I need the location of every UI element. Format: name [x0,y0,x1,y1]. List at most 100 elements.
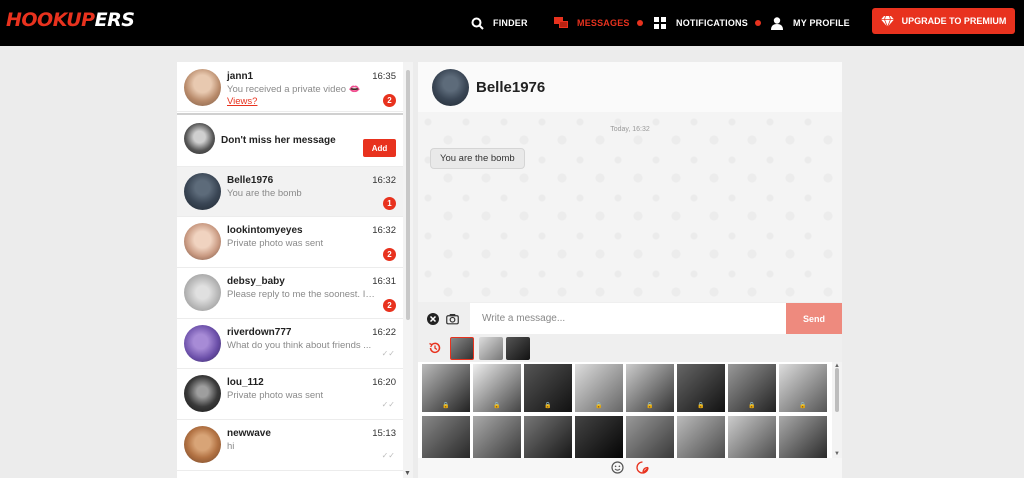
gallery-photo[interactable] [524,416,572,458]
conversation-item[interactable]: newwave hi 15:13 ✓✓ [177,420,403,471]
gallery-photo[interactable] [779,416,827,458]
nav-messages[interactable]: MESSAGES [554,0,643,46]
nav-my-profile[interactable]: MY PROFILE [770,0,850,46]
nav-notifications-label: NOTIFICATIONS [676,18,748,28]
lock-icon: 🔒 [442,403,450,409]
nav-notifications[interactable]: NOTIFICATIONS [653,0,761,46]
conversation-item[interactable]: Belle1976 You are the bomb 16:32 1 [177,167,403,217]
upgrade-premium-button[interactable]: UPGRADE TO PREMIUM [872,8,1015,34]
brand-logo[interactable]: HOOKUPERS [6,9,135,31]
sticker-icon[interactable] [636,461,649,478]
top-navbar: HOOKUPERS FINDER MESSAGES NOTIFICATIONS … [0,0,1024,46]
add-button[interactable]: Add [363,139,396,157]
lock-icon: 🔒 [544,403,552,409]
media-type-bar [418,458,842,478]
conversation-preview: You are the bomb [227,188,302,199]
lips-icon: 👄 [348,84,361,95]
diamond-icon [880,15,894,27]
avatar [184,173,221,210]
gallery-photo[interactable]: 🔒 [524,364,572,412]
avatar [184,325,221,362]
gallery-photo[interactable]: 🔒 [626,364,674,412]
conversation-time: 15:13 [372,428,396,439]
conversation-name: riverdown777 [227,327,292,338]
conversation-item[interactable]: lou_112 Private photo was sent 16:20 ✓✓ [177,369,403,420]
conversation-time: 16:20 [372,377,396,388]
avatar [184,123,215,154]
conversation-item[interactable]: lookintomyeyes Private photo was sent 16… [177,217,403,268]
conversation-name: debsy_baby [227,276,285,287]
gallery-photo[interactable] [677,416,725,458]
conversation-time: 16:22 [372,327,396,338]
gallery-photo[interactable]: 🔒 [422,364,470,412]
media-tab-thumb[interactable] [450,337,474,360]
send-button[interactable]: Send [786,303,842,334]
avatar [184,223,221,260]
gallery-photo[interactable] [422,416,470,458]
unread-badge: 2 [383,94,396,107]
close-icon[interactable] [426,312,439,325]
contact-avatar[interactable] [432,69,469,106]
unread-badge: 2 [383,248,396,261]
nav-finder[interactable]: FINDER [470,0,528,46]
lock-icon: 🔒 [646,403,654,409]
avatar [184,426,221,463]
chat-panel: Belle1976 Today, 16:32 You are the bomb … [418,62,842,478]
history-icon[interactable] [428,341,442,360]
conversation-time: 16:32 [372,175,396,186]
gallery-scrollbar[interactable]: ▲ ▼ [832,362,842,458]
conversation-preview: hi [227,441,235,452]
media-tab-thumb[interactable] [506,337,530,360]
lock-icon: 🔒 [493,403,501,409]
unread-badge: 2 [383,299,396,312]
read-checkmark-icon: ✓✓ [381,451,395,460]
media-tabs [418,336,842,362]
gallery-photo[interactable]: 🔒 [575,364,623,412]
scroll-down-icon[interactable]: ▼ [834,451,840,457]
media-gallery: 🔒 🔒 🔒 🔒 🔒 🔒 🔒 🔒 [418,362,842,458]
conversation-list-scrollbar[interactable]: ▼ [403,62,413,478]
conversation-name: lou_112 [227,377,264,388]
conversation-time: 16:31 [372,276,396,287]
conversation-item[interactable]: jann1 You received a private video 👄 Vie… [177,62,403,112]
message-composer: Write a message... Send [418,302,842,336]
conversation-preview: Private photo was sent [227,390,324,401]
conversation-name: lookintomyeyes [227,225,303,236]
scroll-down-icon[interactable]: ▼ [404,470,411,477]
gallery-photo[interactable]: 🔒 [473,364,521,412]
message-input[interactable]: Write a message... [470,303,786,334]
conversation-time: 16:32 [372,225,396,236]
emoji-icon[interactable] [611,461,624,478]
gallery-photo[interactable] [626,416,674,458]
conversation-item[interactable]: debsy_baby Please reply to me the soones… [177,268,403,319]
lock-icon: 🔒 [697,403,705,409]
conversation-list: jann1 You received a private video 👄 Vie… [177,62,403,478]
gallery-photo[interactable] [473,416,521,458]
conversation-preview: Please reply to me the soonest. I ... [227,289,375,300]
gallery-photo[interactable]: 🔒 [677,364,725,412]
gallery-photo[interactable] [728,416,776,458]
gallery-photo[interactable]: 🔒 [728,364,776,412]
nav-messages-label: MESSAGES [577,18,630,28]
avatar [184,274,221,311]
grid-icon [653,16,667,30]
conversation-name: Belle1976 [227,175,274,186]
conversation-preview: You received a private video 👄 [227,84,361,95]
camera-icon[interactable] [446,312,459,325]
message-area: Today, 16:32 You are the bomb [418,112,842,302]
search-icon [470,16,484,30]
conversation-item[interactable]: riverdown777 What do you think about fri… [177,319,403,369]
avatar [184,375,221,412]
conversation-name: jann1 [227,71,254,82]
read-checkmark-icon: ✓✓ [381,400,395,409]
views-link[interactable]: Views? [227,96,257,107]
read-checkmark-icon: ✓✓ [381,349,395,358]
conversation-preview: What do you think about friends ... [227,340,372,351]
contact-name[interactable]: Belle1976 [476,79,545,96]
scrollbar-thumb[interactable] [835,368,839,412]
scrollbar-thumb[interactable] [406,70,410,320]
media-tab-thumb[interactable] [479,337,503,360]
chat-header: Belle1976 [418,62,842,112]
gallery-photo[interactable]: 🔒 [779,364,827,412]
gallery-photo[interactable] [575,416,623,458]
